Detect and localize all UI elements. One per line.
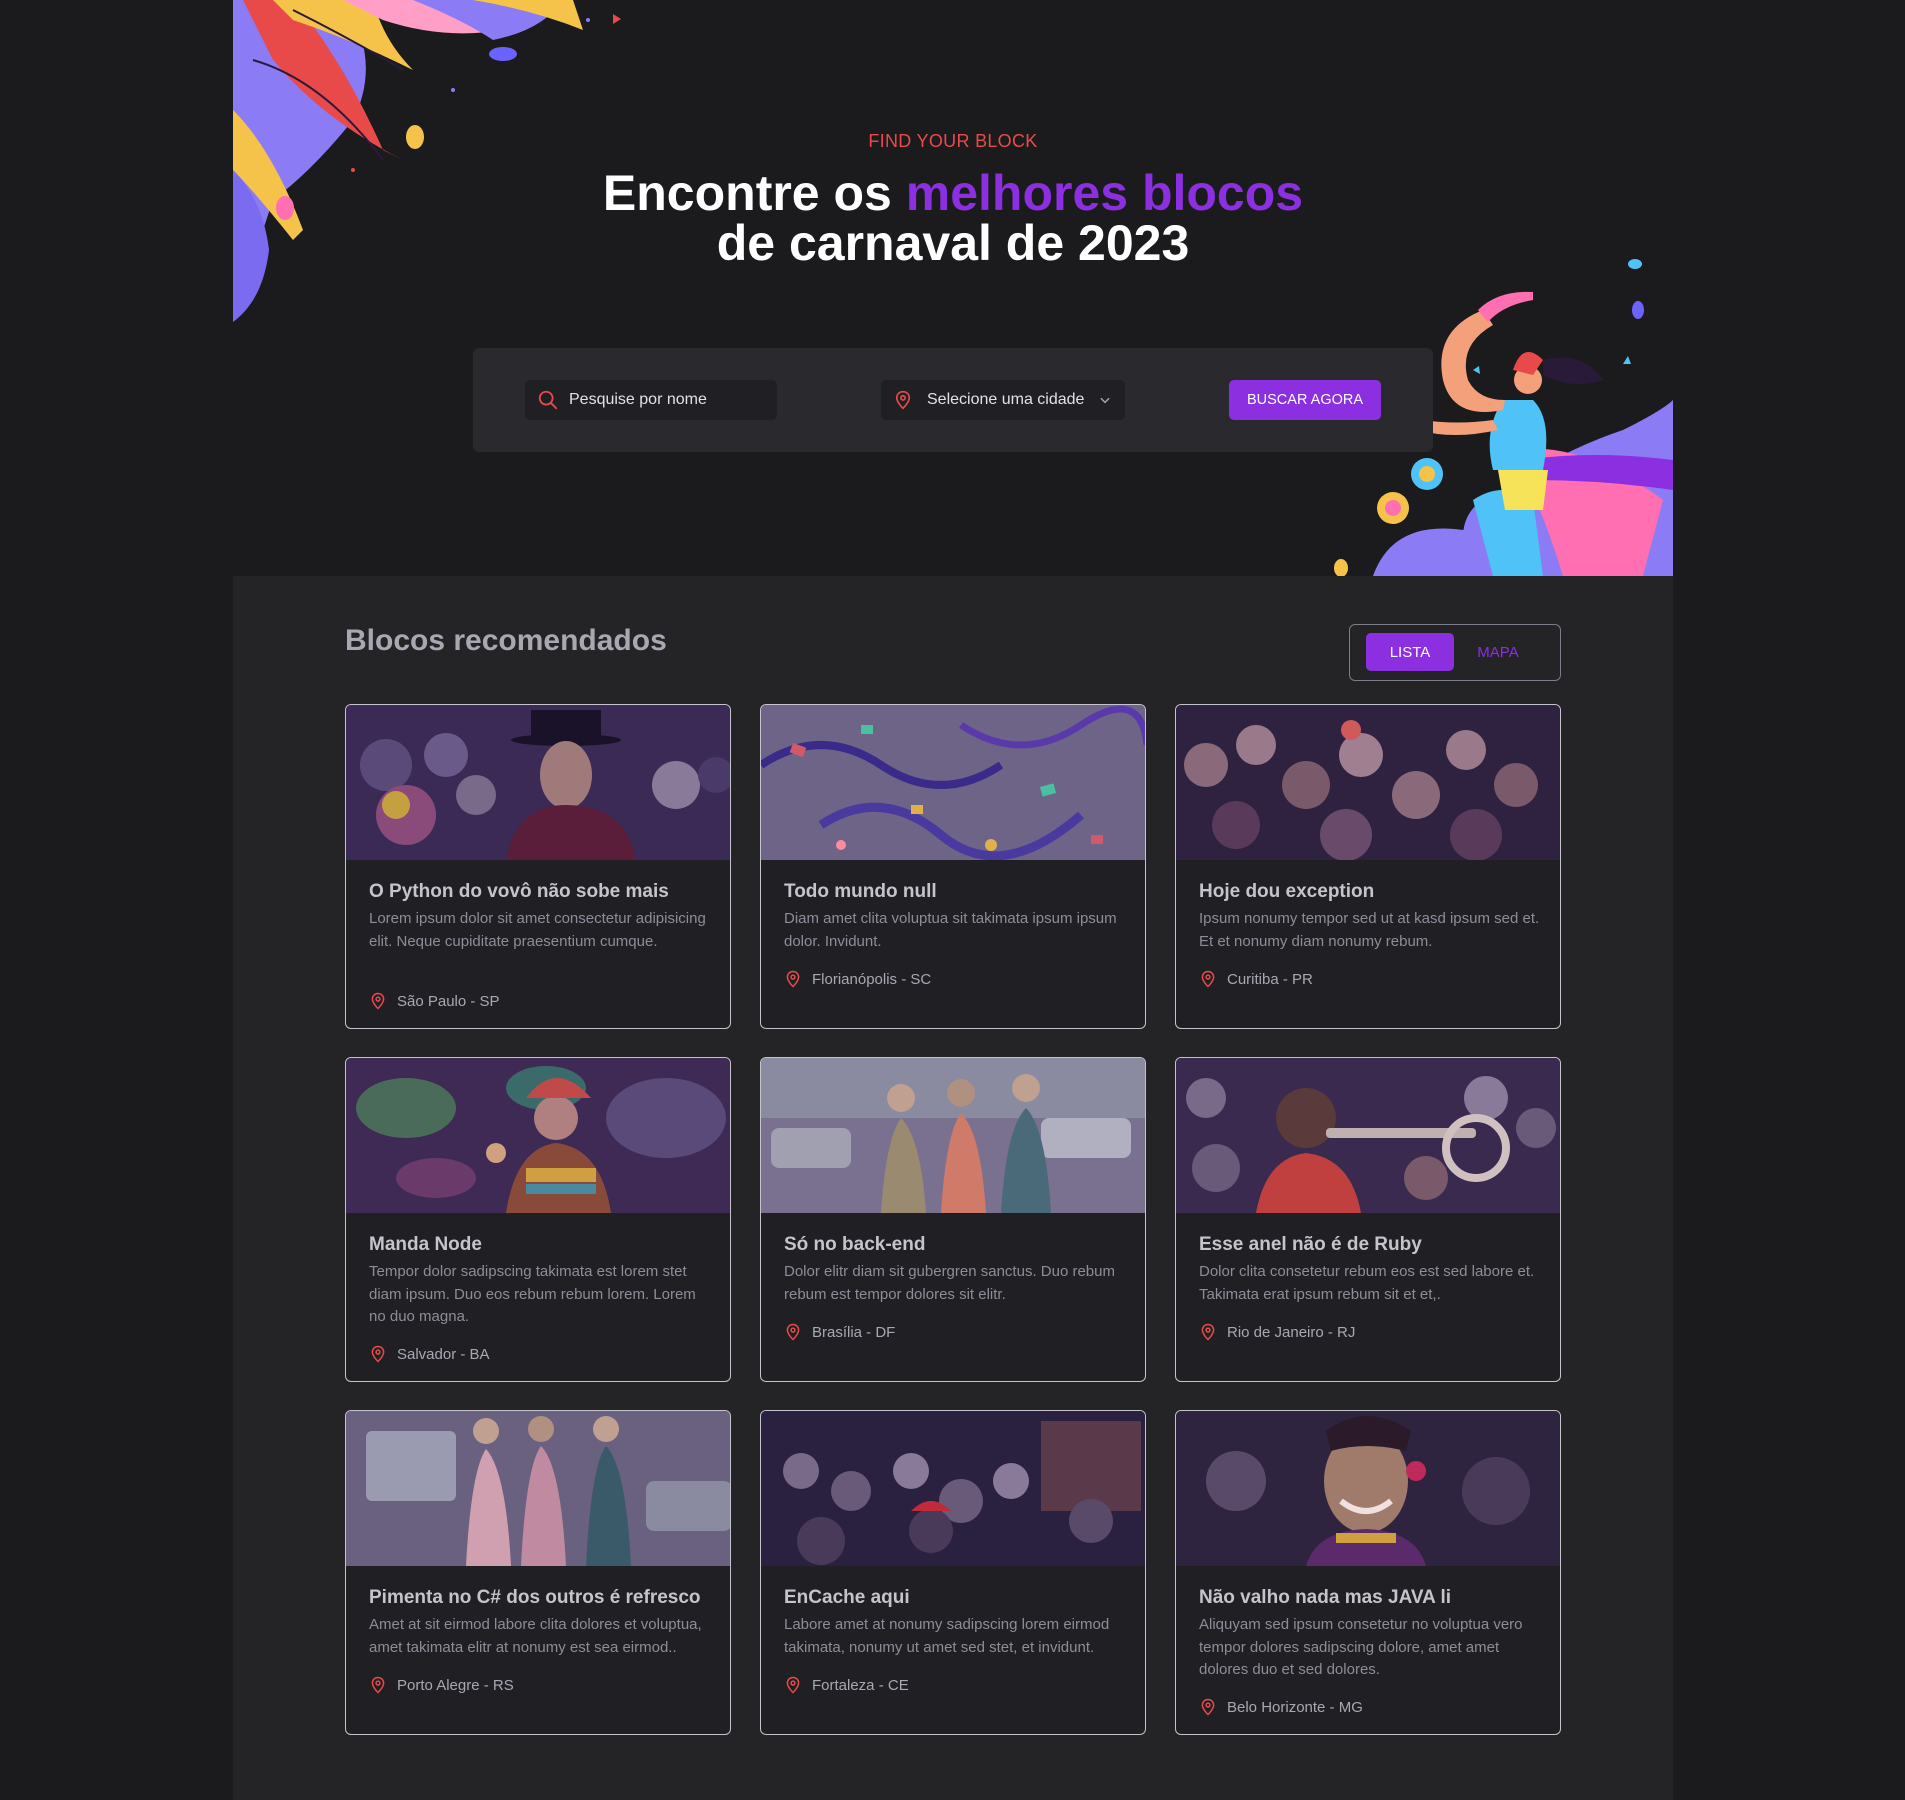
block-description: Labore amet at nonumy sadipscing lorem e… [784,1616,1110,1656]
search-input[interactable] [569,391,759,409]
block-location: São Paulo - SP [369,991,500,1011]
block-title: Pimenta no C# dos outros é refresco [369,1587,701,1608]
block-location-text: Fortaleza - CE [812,1676,909,1694]
hero-title-part1: Encontre os [602,165,906,221]
search-field[interactable] [525,380,777,420]
block-location-text: Florianópolis - SC [812,970,932,988]
city-select-value: Selecione uma cidade [927,391,1085,408]
search-button[interactable]: BUSCAR AGORA [1229,380,1381,420]
page-frame: FIND YOUR BLOCK Encontre os melhores blo… [233,0,1673,1800]
block-location: Curitiba - PR [1199,969,1313,989]
block-location-text: São Paulo - SP [397,992,500,1010]
map-pin-icon [1201,1323,1215,1341]
block-location: Fortaleza - CE [784,1675,909,1695]
block-title: Só no back-end [784,1234,926,1255]
block-description: Aliquyam sed ipsum consetetur no voluptu… [1199,1616,1523,1678]
view-toggle: LISTA MAPA [1349,624,1561,681]
block-description: Tempor dolor sadipscing takimata est lor… [369,1263,696,1325]
hero-title-part2: de carnaval de 2023 [716,215,1190,271]
block-location: Brasília - DF [784,1322,895,1342]
map-pin-icon [786,1323,800,1341]
search-bar: Selecione uma cidade BUSCAR AGORA [473,348,1433,452]
block-photo [346,1058,730,1213]
view-list-button[interactable]: LISTA [1366,633,1454,671]
block-description: Ipsum nonumy tempor sed ut at kasd ipsum… [1199,910,1540,950]
block-location: Belo Horizonte - MG [1199,1697,1363,1717]
recommended-section: Blocos recomendados LISTA MAPA O Python … [233,576,1673,1800]
block-card[interactable]: Só no back-end Dolor elitr diam sit gube… [760,1057,1146,1382]
map-pin-icon [786,970,800,988]
block-title: O Python do vovô não sobe mais [369,881,669,902]
block-location: Rio de Janeiro - RJ [1199,1322,1355,1342]
block-card[interactable]: EnCache aqui Labore amet at nonumy sadip… [760,1410,1146,1735]
block-photo [1176,1411,1560,1566]
section-title: Blocos recomendados [345,624,667,657]
map-pin-icon [371,1345,385,1363]
block-title: Hoje dou exception [1199,881,1375,902]
hero-title-highlight: melhores blocos [905,165,1304,221]
block-description: Dolor clita consetetur rebum eos est sed… [1199,1263,1535,1303]
block-description: Amet at sit eirmod labore clita dolores … [369,1616,702,1656]
block-description: Lorem ipsum dolor sit amet consectetur a… [369,910,706,950]
hero-section: FIND YOUR BLOCK Encontre os melhores blo… [233,0,1673,576]
block-location-text: Brasília - DF [812,1323,896,1341]
block-location-text: Rio de Janeiro - RJ [1227,1323,1356,1341]
search-icon [538,390,558,410]
hero-title: Encontre os melhores blocos de carnaval … [233,168,1673,268]
block-photo [346,705,730,860]
block-card[interactable]: Esse anel não é de Ruby Dolor clita cons… [1175,1057,1561,1382]
block-location: Florianópolis - SC [784,969,931,989]
block-description: Diam amet clita voluptua sit takimata ip… [784,910,1117,950]
block-title: Manda Node [369,1234,482,1255]
block-photo [761,1058,1145,1213]
block-card[interactable]: O Python do vovô não sobe mais Lorem ips… [345,704,731,1029]
block-description: Dolor elitr diam sit gubergren sanctus. … [784,1263,1115,1303]
block-photo [346,1411,730,1566]
hero-eyebrow: FIND YOUR BLOCK [868,131,1038,151]
block-photo [1176,705,1560,860]
view-map-button[interactable]: MAPA [1454,633,1542,671]
carnival-feathers-illustration [233,0,621,322]
chevron-down-icon [1100,397,1111,404]
map-pin-icon [1201,1698,1215,1716]
block-card[interactable]: Manda Node Tempor dolor sadipscing takim… [345,1057,731,1382]
block-location: Salvador - BA [369,1344,490,1364]
block-location-text: Porto Alegre - RS [397,1676,514,1694]
block-card[interactable]: Todo mundo null Diam amet clita voluptua… [760,704,1146,1029]
map-pin-icon [371,992,385,1010]
block-location-text: Belo Horizonte - MG [1227,1698,1363,1716]
map-pin-icon [786,1676,800,1694]
block-photo [1176,1058,1560,1213]
block-title: Esse anel não é de Ruby [1199,1234,1422,1255]
block-photo [761,1411,1145,1566]
block-card[interactable]: Hoje dou exception Ipsum nonumy tempor s… [1175,704,1561,1029]
block-title: EnCache aqui [784,1587,910,1608]
map-pin-icon [371,1676,385,1694]
block-title: Todo mundo null [784,881,937,902]
block-location-text: Salvador - BA [397,1345,490,1363]
block-card[interactable]: Não valho nada mas JAVA li Aliquyam sed … [1175,1410,1561,1735]
city-select[interactable]: Selecione uma cidade [881,380,1125,420]
map-pin-icon [1201,970,1215,988]
block-card[interactable]: Pimenta no C# dos outros é refresco Amet… [345,1410,731,1735]
block-title: Não valho nada mas JAVA li [1199,1587,1452,1608]
block-photo [761,705,1145,860]
block-location: Porto Alegre - RS [369,1675,514,1695]
block-location-text: Curitiba - PR [1227,970,1313,988]
map-pin-icon [895,390,911,410]
